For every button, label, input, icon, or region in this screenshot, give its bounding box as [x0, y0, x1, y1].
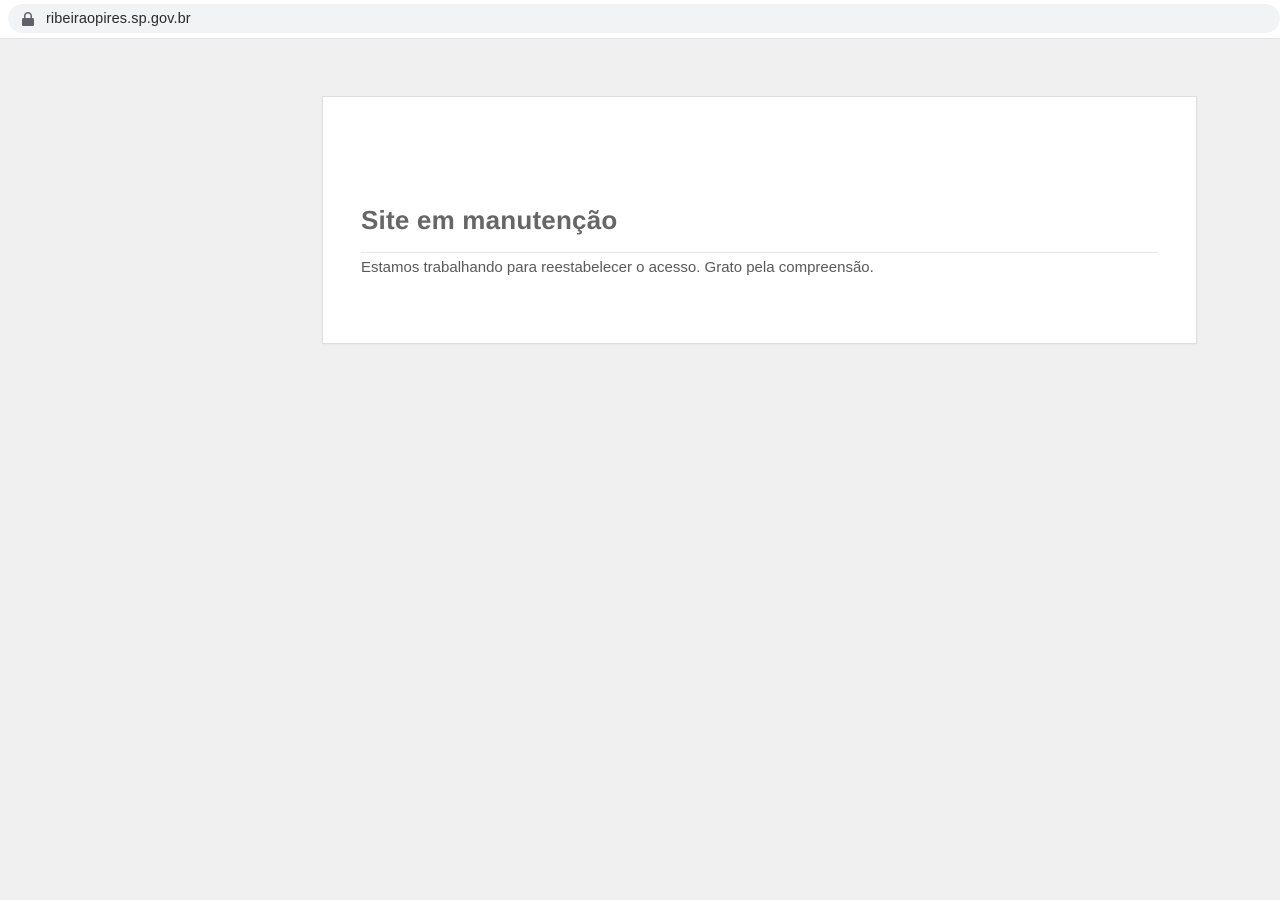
browser-toolbar: ribeiraopires.sp.gov.br — [0, 0, 1280, 39]
lock-icon[interactable] — [22, 11, 34, 27]
divider — [361, 252, 1158, 253]
page-title: Site em manutenção — [361, 97, 1158, 233]
maintenance-card: Site em manutenção Estamos trabalhando p… — [322, 96, 1197, 344]
address-bar[interactable]: ribeiraopires.sp.gov.br — [8, 4, 1280, 33]
maintenance-message: Estamos trabalhando para reestabelecer o… — [361, 259, 1158, 277]
page-background: Site em manutenção Estamos trabalhando p… — [0, 39, 1280, 900]
url-text: ribeiraopires.sp.gov.br — [46, 11, 191, 27]
